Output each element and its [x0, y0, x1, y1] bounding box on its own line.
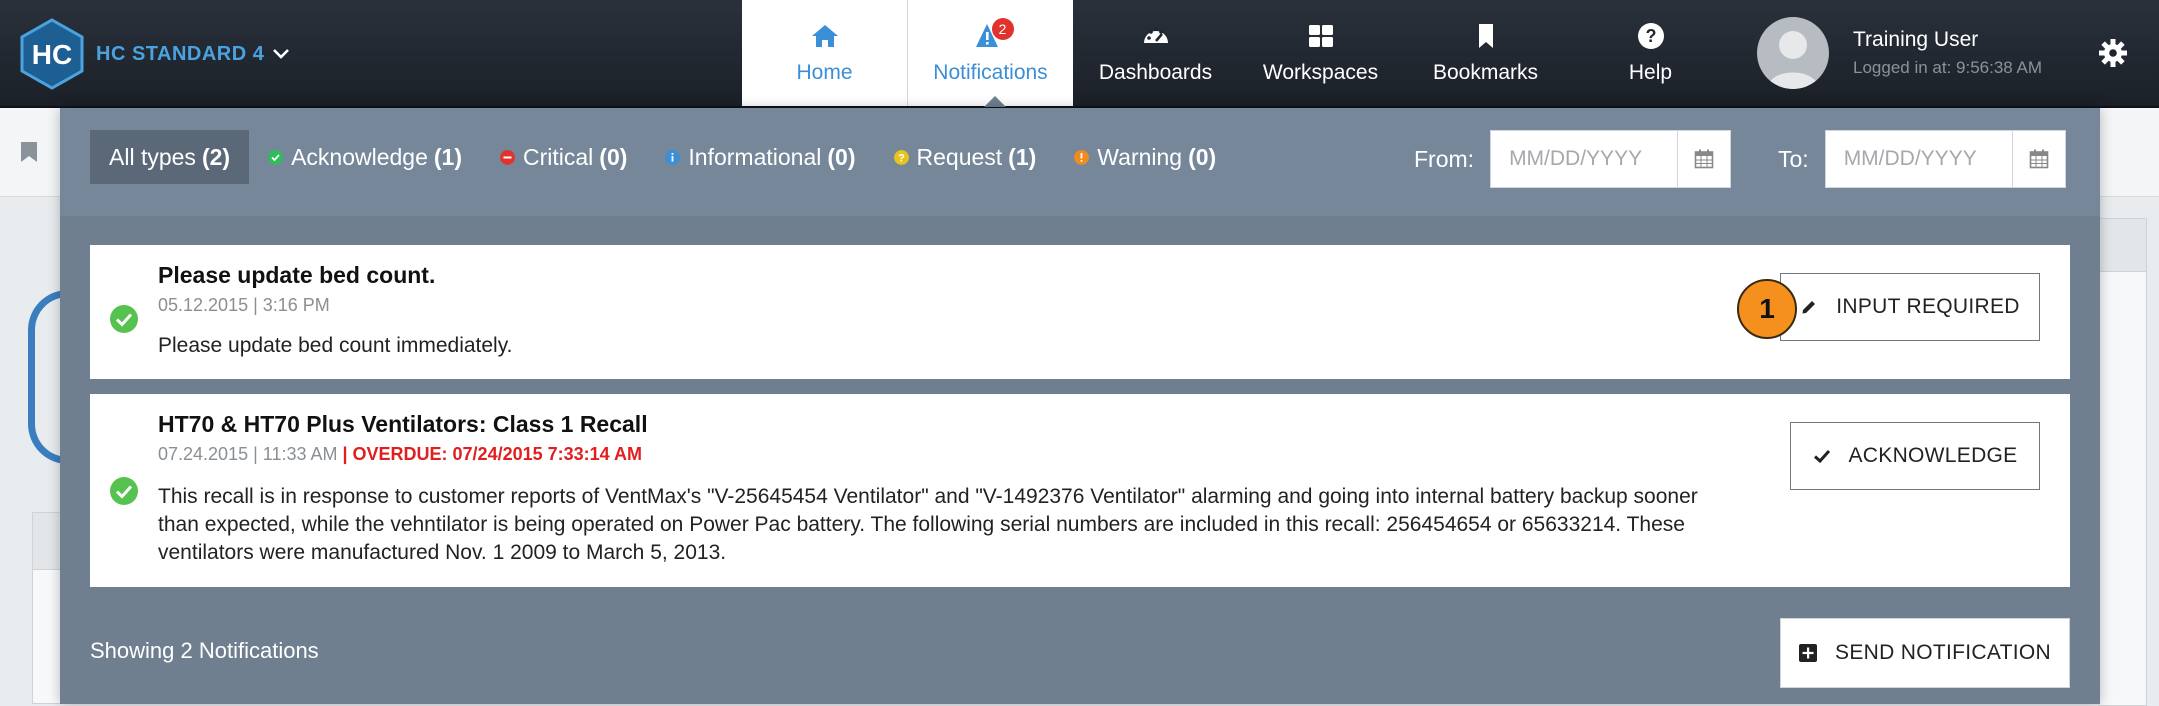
calendar-to-button[interactable]: [2011, 131, 2065, 187]
top-navbar: HC HC STANDARD 4 Home 2 Notifications Da…: [0, 0, 2159, 108]
send-notification-button[interactable]: SEND NOTIFICATION: [1780, 618, 2070, 688]
notification-body: This recall is in response to customer r…: [158, 485, 1698, 564]
overdue-label: | OVERDUE: 07/24/2015 7:33:14 AM: [337, 444, 642, 464]
exclamation-circle-icon: [1074, 149, 1090, 165]
filter-count: (0): [1188, 143, 1217, 170]
filter-all-types[interactable]: All types (2): [90, 130, 250, 184]
input-required-label: INPUT REQUIRED: [1836, 295, 2020, 318]
login-time: Logged in at: 9:56:38 AM: [1853, 58, 2043, 77]
filter-critical[interactable]: Critical (0): [481, 130, 646, 184]
svg-text:HC: HC: [32, 39, 72, 70]
filter-bar: All types (2) Acknowledge (1) Critical (…: [60, 108, 2100, 216]
date-to-group: To:: [1778, 130, 2066, 188]
nav-help-label: Help: [1628, 61, 1673, 84]
plus-square-icon: [1799, 644, 1818, 662]
filter-warning[interactable]: Warning (0): [1055, 130, 1235, 184]
date-from-input[interactable]: [1491, 131, 1678, 187]
check-circle-icon: [110, 477, 138, 505]
date-to-input[interactable]: [1825, 131, 2012, 187]
send-notification-label: SEND NOTIFICATION: [1835, 641, 2051, 664]
filter-label: All types: [109, 143, 196, 170]
nav-workspaces-label: Workspaces: [1262, 61, 1379, 84]
notification-timestamp: 05.12.2015 | 3:16 PM: [158, 295, 330, 315]
filter-acknowledge[interactable]: Acknowledge (1): [249, 130, 481, 184]
background-side-panel: [2098, 218, 2147, 706]
filter-count: (1): [1008, 143, 1037, 170]
calendar-icon: [2029, 149, 2048, 169]
calendar-from-button[interactable]: [1677, 131, 1730, 187]
user-menu[interactable]: Training User Logged in at: 9:56:38 AM: [1757, 17, 2042, 89]
user-name: Training User: [1853, 28, 1979, 51]
nav-home[interactable]: Home: [742, 0, 907, 106]
notification-count-badge: 2: [991, 18, 1014, 40]
notification-count-text: Showing 2 Notifications: [90, 638, 319, 663]
acknowledge-label: ACKNOWLEDGE: [1848, 444, 2018, 467]
app-switcher[interactable]: HC HC STANDARD 4: [18, 18, 290, 90]
app-brand-name: HC STANDARD 4: [96, 42, 265, 65]
minus-circle-icon: [500, 149, 515, 165]
notification-title: HT70 & HT70 Plus Ventilators: Class 1 Re…: [158, 411, 648, 437]
alert-icon: 2: [975, 18, 1014, 51]
pencil-icon: [1802, 301, 1816, 314]
bookmark-icon: [1478, 24, 1493, 48]
filter-label: Warning: [1097, 143, 1183, 170]
filter-label: Critical: [523, 143, 594, 170]
filter-count: (0): [827, 143, 856, 170]
calendar-icon: [1694, 149, 1714, 169]
info-circle-icon: [665, 149, 681, 165]
notification-date: 05.12.2015 | 3:16 PM: [158, 295, 330, 316]
type-filters: All types (2) Acknowledge (1) Critical (…: [90, 130, 1235, 184]
gear-icon[interactable]: [2098, 38, 2128, 68]
svg-text:?: ?: [1645, 26, 1656, 46]
date-from-group: From:: [1414, 130, 1732, 188]
check-icon: [1813, 449, 1830, 464]
date-from-label: From:: [1414, 145, 1475, 172]
grid-icon: [1308, 25, 1333, 47]
filter-informational[interactable]: Informational (0): [646, 130, 874, 184]
check-circle-icon: [110, 305, 138, 333]
nav-help[interactable]: ? Help: [1568, 0, 1733, 106]
notification-date: 07.24.2015 | 11:33 AM | OVERDUE: 07/24/2…: [158, 444, 642, 465]
avatar: [1757, 17, 1829, 89]
dashboard-icon: [1143, 27, 1168, 43]
nav-home-label: Home: [796, 61, 853, 84]
notification-card: HT70 & HT70 Plus Ventilators: Class 1 Re…: [90, 394, 2070, 587]
nav-bookmarks[interactable]: Bookmarks: [1403, 0, 1568, 106]
hc-logo-icon: HC: [20, 18, 84, 90]
filter-count: (1): [433, 143, 462, 170]
date-to-label: To:: [1778, 145, 1809, 172]
filter-count: (0): [599, 143, 628, 170]
notifications-panel: All types (2) Acknowledge (1) Critical (…: [60, 108, 2100, 704]
filter-request[interactable]: ? Request (1): [875, 130, 1056, 184]
step-callout-badge: 1: [1737, 279, 1797, 339]
nav-workspaces[interactable]: Workspaces: [1238, 0, 1403, 106]
check-circle-icon: [268, 149, 284, 165]
question-circle-icon: ?: [893, 149, 909, 165]
nav-bookmarks-label: Bookmarks: [1432, 61, 1539, 84]
input-required-button[interactable]: INPUT REQUIRED: [1780, 273, 2040, 341]
notification-title: Please update bed count.: [158, 262, 436, 288]
nav-notifications-label: Notifications: [933, 61, 1048, 84]
acknowledge-button[interactable]: ACKNOWLEDGE: [1790, 422, 2040, 490]
filter-label: Acknowledge: [291, 143, 428, 170]
filter-label: Informational: [688, 143, 822, 170]
svg-text:?: ?: [898, 152, 905, 164]
background-side-panel-header: [2098, 218, 2147, 272]
notification-timestamp: 07.24.2015 | 11:33 AM: [158, 444, 338, 464]
nav-dashboards[interactable]: Dashboards: [1073, 0, 1238, 106]
filter-label: Request: [916, 143, 1003, 170]
filter-count: (2): [201, 143, 231, 170]
chevron-down-icon: [273, 49, 290, 59]
notification-body: Please update bed count immediately.: [158, 334, 513, 357]
home-icon: [811, 25, 838, 47]
nav-notifications[interactable]: 2 Notifications: [907, 0, 1073, 107]
main-nav: Home 2 Notifications Dashboards Workspac…: [742, 0, 1733, 107]
help-icon: ?: [1637, 23, 1664, 49]
nav-dashboards-label: Dashboards: [1098, 61, 1213, 84]
bookmark-icon: [21, 142, 37, 162]
